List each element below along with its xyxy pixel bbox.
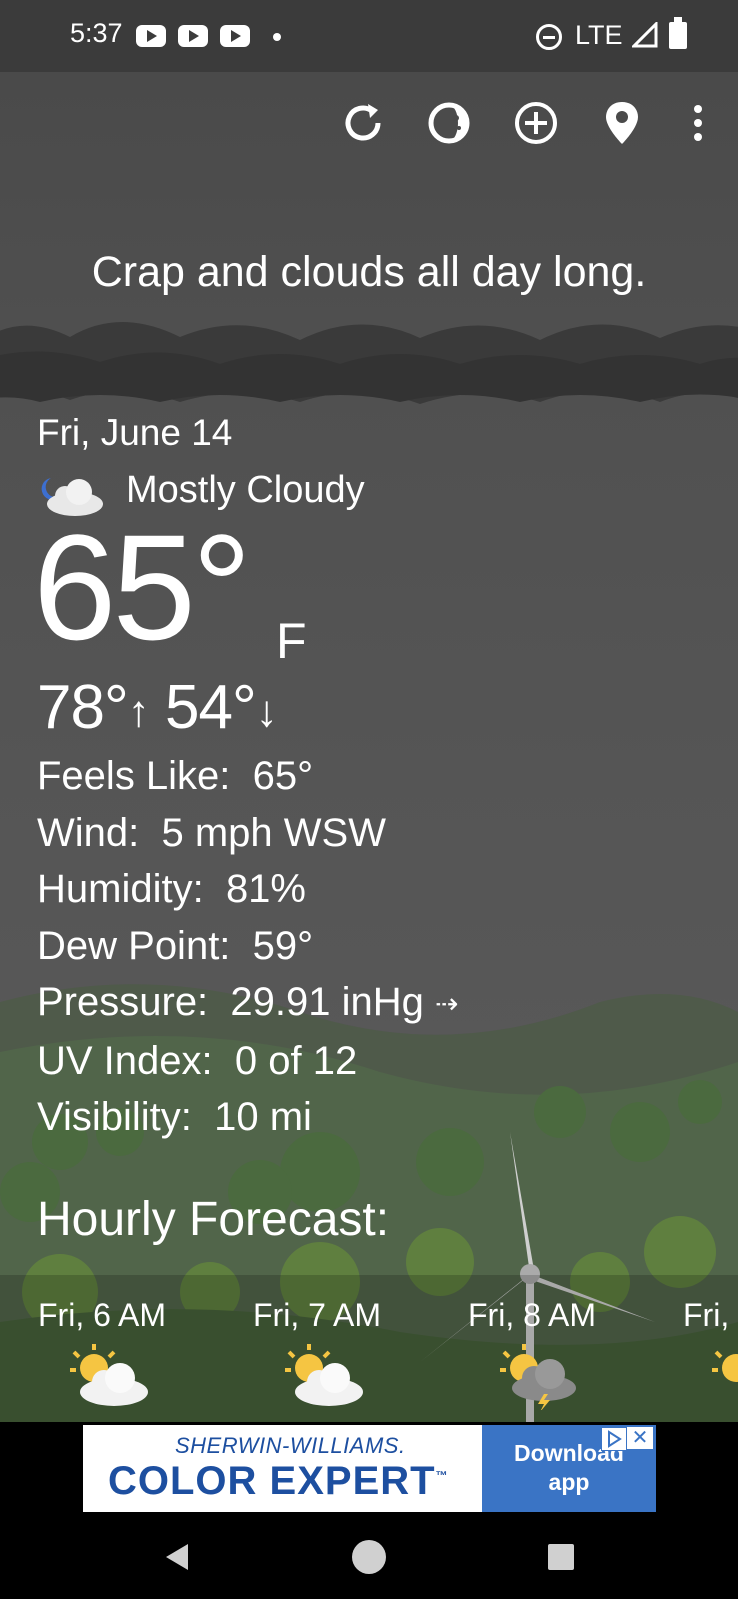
do-not-disturb-icon (536, 24, 562, 50)
refresh-icon[interactable] (338, 98, 388, 148)
partly-sunny-icon (712, 1350, 738, 1382)
partly-sunny-icon (285, 1344, 363, 1406)
ad-close-icon[interactable]: ✕ (627, 1427, 653, 1449)
battery-icon (669, 17, 687, 49)
detail-uv-index: UV Index: 0 of 12 (37, 1038, 358, 1083)
hourly-item-time: Fri, 8 AM (468, 1297, 597, 1333)
network-type: LTE (575, 20, 623, 50)
arrow-down-icon: ↓ (255, 686, 278, 736)
hourly-forecast-list[interactable]: Fri, 6 AM Fri, 7 AM Fri, 8 AM Fri, (0, 1275, 738, 1422)
current-date: Fri, June 14 (37, 412, 233, 453)
hourly-item-time: Fri, (683, 1297, 730, 1333)
ad-content[interactable]: SHERWIN-WILLIAMS. COLOR EXPERT™ (83, 1425, 483, 1512)
detail-feels-like: Feels Like: 65° (37, 754, 314, 798)
signal-icon (632, 22, 658, 48)
status-time: 5:37 (70, 18, 123, 48)
pressure-trend-icon: ⇢ (435, 988, 459, 1020)
hourly-item-time: Fri, 6 AM (38, 1297, 167, 1333)
home-icon[interactable] (344, 1532, 394, 1582)
ad-banner[interactable]: SHERWIN-WILLIAMS. COLOR EXPERT™ Download… (83, 1425, 656, 1512)
status-bar: 5:37 LTE (0, 0, 738, 72)
youtube-icon (178, 25, 208, 47)
sun-storm-icon (500, 1344, 576, 1410)
more-vert-icon[interactable] (673, 98, 723, 148)
ad-brand: SHERWIN-WILLIAMS. (175, 1433, 406, 1458)
system-nav-bar (0, 1512, 738, 1599)
high-temp: 78° (37, 673, 129, 742)
detail-wind: Wind: 5 mph WSW (37, 810, 386, 855)
hourly-forecast-title: Hourly Forecast: (37, 1193, 390, 1246)
hourly-item-time: Fri, 7 AM (253, 1297, 382, 1333)
detail-visibility: Visibility: 10 mi (37, 1095, 312, 1140)
screen: 5:37 LTE Crap and clouds all day long. F… (0, 0, 738, 1599)
youtube-icon (220, 25, 250, 47)
low-temp: 54° (165, 673, 257, 742)
storm-cloud-band (0, 322, 738, 404)
youtube-icon (136, 25, 166, 47)
back-icon[interactable] (152, 1532, 202, 1582)
temperature-unit: F (276, 613, 307, 669)
partly-sunny-icon (70, 1344, 148, 1406)
ad-choices-icon[interactable] (601, 1427, 627, 1451)
high-low-temps: 78°↑ 54°↓ (37, 672, 278, 743)
arrow-up-icon: ↑ (127, 686, 150, 736)
detail-pressure: Pressure: 29.91 inHg ⇢ (37, 980, 459, 1024)
detail-dew-point: Dew Point: 59° (37, 923, 314, 968)
weather-main: Crap and clouds all day long. Fri, June … (0, 72, 738, 1422)
more-notifications-dot-icon (273, 33, 281, 41)
recents-icon[interactable] (536, 1532, 586, 1582)
location-pin-icon[interactable] (597, 98, 647, 148)
theme-icon[interactable] (424, 98, 474, 148)
ad-product: COLOR EXPERT™ (108, 1459, 449, 1503)
add-location-icon[interactable] (511, 98, 561, 148)
weather-tagline: Crap and clouds all day long. (91, 248, 647, 296)
detail-humidity: Humidity: 81% (37, 867, 306, 911)
current-temperature: 65° (33, 503, 252, 671)
ad-cta-line2: app (548, 1469, 590, 1495)
weather-details: Feels Like: 65° Wind: 5 mph WSW Humidity… (37, 748, 458, 1146)
